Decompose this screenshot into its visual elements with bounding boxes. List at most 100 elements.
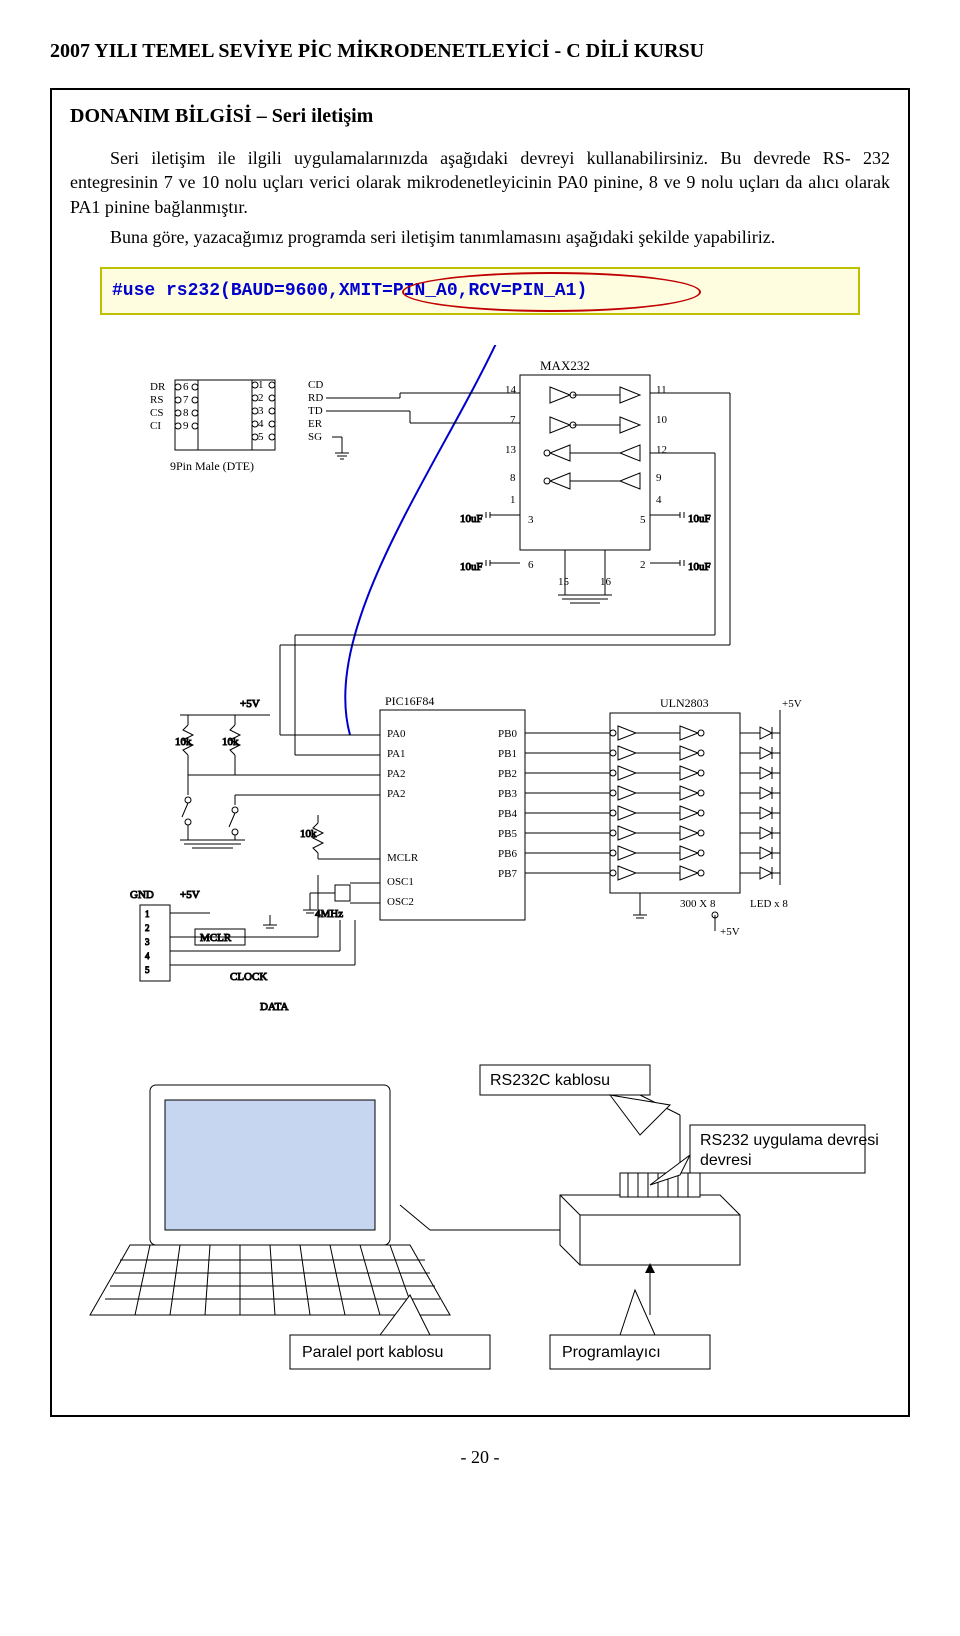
wires-dte-max (326, 393, 520, 423)
svg-text:+5V: +5V (240, 698, 260, 710)
svg-text:PA2: PA2 (387, 788, 406, 800)
svg-text:PB0: PB0 (498, 728, 517, 740)
svg-text:PB6: PB6 (498, 848, 517, 860)
svg-text:3: 3 (145, 937, 150, 947)
svg-text:MCLR: MCLR (200, 932, 232, 944)
svg-text:Paralel port kablosu: Paralel port kablosu (302, 1344, 443, 1361)
svg-text:10: 10 (656, 414, 668, 426)
svg-text:1: 1 (145, 909, 150, 919)
uln-chip: ULN2803 +5V (525, 696, 802, 938)
svg-text:11: 11 (656, 384, 667, 396)
svg-text:14: 14 (505, 384, 517, 396)
svg-text:10uF: 10uF (460, 561, 483, 573)
code-text: #use rs232(BAUD=9600,XMIT=PIN_A0,RCV=PIN… (112, 281, 587, 301)
svg-text:5: 5 (258, 431, 264, 443)
svg-text:PA2: PA2 (387, 768, 406, 780)
section-title: DONANIM BİLGİSİ – Seri iletişim (70, 105, 890, 128)
svg-text:Programlayıcı: Programlayıcı (562, 1344, 661, 1361)
svg-text:PB5: PB5 (498, 828, 517, 840)
svg-text:CLOCK: CLOCK (230, 971, 267, 983)
programmer-box (400, 1095, 740, 1265)
svg-text:MCLR: MCLR (387, 852, 419, 864)
svg-text:CI: CI (150, 420, 161, 432)
pic-chip: PIC16F84 PA0 PA1 PA2 PA2 MCLR OSC1 OSC2 … (380, 694, 525, 920)
svg-text:3: 3 (528, 514, 534, 526)
svg-text:1: 1 (510, 494, 516, 506)
svg-text:6: 6 (528, 559, 534, 571)
svg-text:10uF: 10uF (688, 561, 711, 573)
svg-text:3: 3 (258, 405, 264, 417)
svg-text:TD: TD (308, 405, 323, 417)
svg-text:2: 2 (640, 559, 646, 571)
svg-text:6: 6 (183, 381, 189, 393)
svg-text:RS: RS (150, 394, 163, 406)
svg-text:ER: ER (308, 418, 323, 430)
svg-text:+5V: +5V (720, 926, 740, 938)
svg-text:+5V: +5V (782, 698, 802, 710)
svg-text:OSC1: OSC1 (387, 876, 414, 888)
svg-text:CD: CD (308, 379, 323, 391)
max232-chip: MAX232 14 7 13 8 1 (460, 358, 711, 603)
svg-text:300 X 8: 300 X 8 (680, 898, 716, 910)
svg-text:2: 2 (258, 392, 264, 404)
svg-text:9Pin Male (DTE): 9Pin Male (DTE) (170, 459, 254, 473)
page: 2007 YILI TEMEL SEVİYE PİC MİKRODENETLEY… (0, 0, 960, 1498)
code-link-curve (345, 345, 500, 735)
svg-text:PIC16F84: PIC16F84 (385, 694, 434, 708)
svg-text:4MHz: 4MHz (315, 908, 343, 920)
svg-text:10k: 10k (222, 736, 239, 748)
svg-text:9: 9 (183, 420, 189, 432)
svg-text:CS: CS (150, 407, 163, 419)
svg-text:GND: GND (130, 889, 154, 901)
svg-text:DR: DR (150, 381, 166, 393)
circuit-diagram: DR RS CS CI 6 7 8 9 1 2 3 4 5 CD RD TD E… (80, 345, 880, 1045)
svg-text:RS232C kablosu: RS232C kablosu (490, 1072, 610, 1089)
svg-text:RD: RD (308, 392, 323, 404)
page-header: 2007 YILI TEMEL SEVİYE PİC MİKRODENETLEY… (50, 40, 910, 63)
svg-text:7: 7 (510, 414, 516, 426)
svg-text:DATA: DATA (260, 1001, 289, 1013)
crystal: 4MHz (303, 883, 380, 920)
page-number: - 20 - (50, 1447, 910, 1468)
svg-text:12: 12 (656, 444, 667, 456)
svg-text:4: 4 (656, 494, 662, 506)
para-text-1: Seri iletişim ile ilgili uygulamalarınız… (70, 148, 890, 217)
svg-text:2: 2 (145, 923, 150, 933)
svg-text:10uF: 10uF (688, 513, 711, 525)
svg-text:10uF: 10uF (460, 513, 483, 525)
setup-illustration: RS232C kablosu RS232 uygulama devresi de… (80, 1055, 880, 1385)
bottom-connector: 1 2 3 4 5 GND +5V MCLR CLOCK DATA (130, 875, 355, 1013)
svg-text:PB4: PB4 (498, 808, 517, 820)
svg-text:8: 8 (183, 407, 189, 419)
svg-text:OSC2: OSC2 (387, 896, 414, 908)
svg-text:SG: SG (308, 431, 322, 443)
code-snippet: #use rs232(BAUD=9600,XMIT=PIN_A0,RCV=PIN… (100, 267, 860, 315)
svg-text:1: 1 (258, 379, 264, 391)
svg-text:+5V: +5V (180, 889, 200, 901)
svg-text:8: 8 (510, 472, 516, 484)
paragraph-2: Buna göre, yazacağımız programda seri il… (70, 225, 890, 249)
dte-connector: DR RS CS CI 6 7 8 9 1 2 3 4 5 CD RD TD E… (150, 379, 349, 473)
paragraph-1: Seri iletişim ile ilgili uygulamalarınız… (70, 146, 890, 219)
svg-text:9: 9 (656, 472, 662, 484)
left-resistors: +5V 10k 10k 10k (175, 698, 380, 859)
svg-text:PB7: PB7 (498, 868, 517, 880)
laptop-drawing (90, 1085, 450, 1315)
svg-text:MAX232: MAX232 (540, 358, 590, 373)
pa-switches (180, 775, 380, 848)
svg-text:PB2: PB2 (498, 768, 517, 780)
svg-text:PA0: PA0 (387, 728, 406, 740)
svg-text:10k: 10k (175, 736, 192, 748)
svg-text:5: 5 (640, 514, 646, 526)
svg-text:4: 4 (258, 418, 264, 430)
svg-text:7: 7 (183, 394, 189, 406)
svg-text:15: 15 (558, 576, 570, 588)
content-box: DONANIM BİLGİSİ – Seri iletişim Seri ile… (50, 88, 910, 1417)
svg-text:4: 4 (145, 951, 150, 961)
svg-text:PA1: PA1 (387, 748, 406, 760)
svg-text:PB1: PB1 (498, 748, 517, 760)
svg-text:PB3: PB3 (498, 788, 517, 800)
para-text-2: Buna göre, yazacağımız programda seri il… (110, 227, 775, 247)
svg-text:devresi: devresi (700, 1152, 752, 1169)
svg-text:LED x 8: LED x 8 (750, 898, 788, 910)
